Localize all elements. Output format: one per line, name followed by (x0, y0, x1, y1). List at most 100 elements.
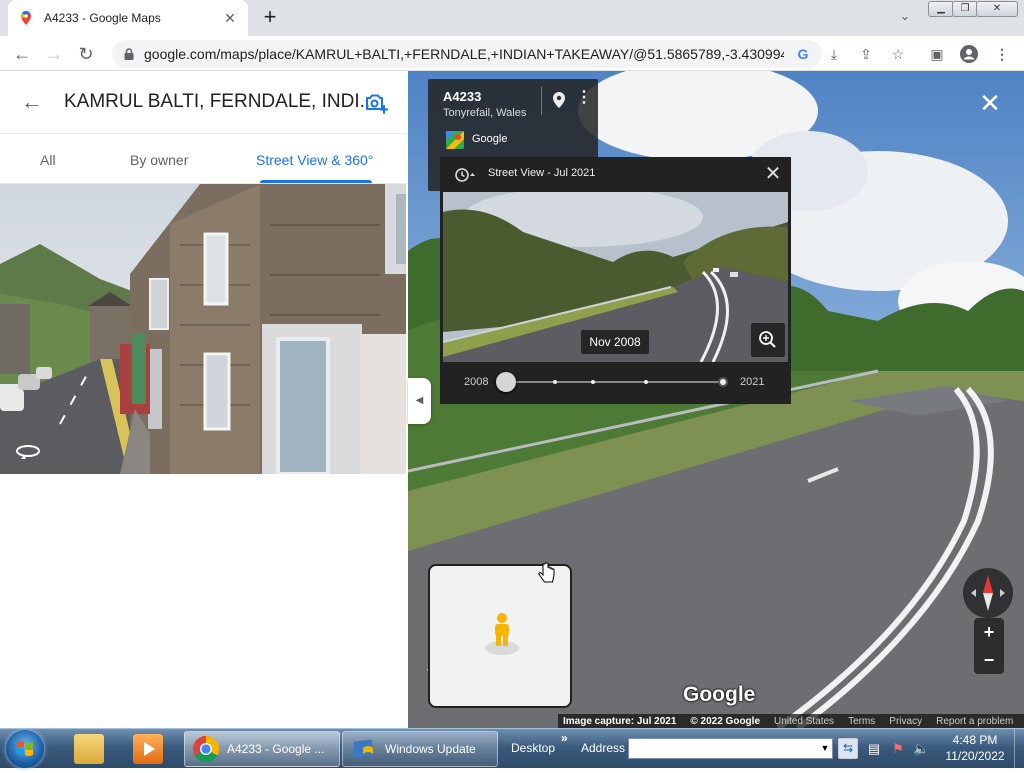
slider-tick[interactable] (591, 380, 595, 384)
collapse-panel-button[interactable]: ◀ (408, 378, 431, 424)
windows-logo-icon (17, 741, 33, 756)
more-options-icon[interactable]: ⋮ (576, 89, 592, 107)
zoom-in-button[interactable]: + (974, 618, 1004, 646)
address-toolbar-label: Address (581, 741, 626, 755)
compass-button[interactable] (963, 568, 1013, 618)
slider-tick[interactable] (553, 380, 557, 384)
taskbar-item-label: A4233 - Google ... (227, 742, 325, 756)
taskbar-item-windows-update[interactable]: Windows Update (342, 731, 498, 767)
zoom-in-magnifier-icon (759, 331, 776, 348)
copyright: © 2022 Google (690, 715, 761, 727)
system-clock[interactable]: 4:48 PM 11/20/2022 (938, 732, 1012, 764)
timeline-header: Street View - Jul 2021 ✕ (440, 157, 791, 192)
street-view-thumbnail[interactable] (0, 184, 406, 474)
hand-cursor-icon (538, 562, 555, 583)
timeline-start-year: 2008 (464, 376, 489, 388)
timeline-slider[interactable]: 2008 2021 (440, 362, 791, 404)
place-title: KAMRUL BALTI, FERNDALE, INDI... (64, 91, 376, 112)
side-panel-icon[interactable]: ▣ (928, 45, 946, 63)
windows-taskbar: A4233 - Google ... Windows Update Deskto… (0, 728, 1024, 769)
google-maps-favicon-icon (21, 11, 31, 25)
image-capture-date: Image capture: Jul 2021 (563, 715, 677, 727)
footer-link-country[interactable]: United States (774, 716, 834, 727)
timeline-zoom-button[interactable] (751, 323, 785, 357)
zoom-controls: + − (974, 618, 1004, 674)
lock-icon (124, 48, 134, 60)
add-photo-icon[interactable] (364, 91, 388, 115)
clock-time: 4:48 PM (952, 733, 998, 747)
slider-tick[interactable] (644, 380, 648, 384)
reload-icon[interactable]: ↻ (74, 42, 98, 66)
place-header: ← KAMRUL BALTI, FERNDALE, INDI... (0, 71, 408, 134)
footer-link-terms[interactable]: Terms (848, 716, 875, 727)
history-clock-icon[interactable] (454, 167, 476, 183)
address-bar[interactable]: google.com/maps/place/KAMRUL+BALTI,+FERN… (112, 40, 822, 68)
taskbar-address-input[interactable] (628, 738, 833, 759)
taskbar-item-label: Windows Update (385, 742, 476, 756)
slider-tick-current[interactable] (718, 377, 728, 387)
pegman-icon[interactable] (482, 610, 522, 656)
photo-filter-tabs: All By owner Street View & 360° (0, 134, 408, 184)
network-icon[interactable]: ▤ (866, 741, 882, 757)
slider-track (506, 381, 724, 383)
browser-tab[interactable]: A4233 - Google Maps ✕ (8, 0, 248, 36)
map-pin-icon[interactable] (552, 91, 566, 109)
forward-arrow-icon[interactable]: → (42, 42, 66, 66)
provider-name: Google (472, 133, 508, 145)
file-explorer-icon[interactable] (74, 734, 104, 764)
share-icon[interactable]: ⇪ (857, 45, 875, 63)
window-minimize-button[interactable]: ▁ (928, 1, 954, 17)
toolbar-chevron-icon[interactable]: » (561, 731, 568, 745)
selected-date-badge: Nov 2008 (581, 330, 649, 354)
clock-date: 11/20/2022 (945, 749, 1005, 763)
chrome-icon (192, 735, 220, 763)
address-dropdown-icon[interactable]: ▼ (818, 739, 832, 758)
show-desktop-button[interactable] (1014, 729, 1024, 769)
tab-all[interactable]: All (40, 152, 56, 168)
media-player-icon[interactable] (133, 734, 163, 764)
compass-icon (971, 575, 1005, 611)
address-go-icon[interactable]: ⇆ (838, 738, 858, 759)
start-button[interactable] (6, 730, 44, 768)
timeline-close-icon[interactable]: ✕ (762, 163, 784, 185)
slider-thumb[interactable] (496, 372, 516, 392)
street-scene-image (0, 184, 406, 474)
tab-street-view-360[interactable]: Street View & 360° (256, 152, 373, 168)
google-lens-icon[interactable]: G (794, 45, 812, 63)
close-street-view-icon[interactable]: ✕ (978, 90, 1002, 116)
new-tab-button[interactable]: + (258, 6, 282, 30)
tab-by-owner[interactable]: By owner (130, 152, 188, 168)
desktop-toolbar-label[interactable]: Desktop (511, 741, 555, 755)
window-restore-button[interactable]: ❐ (952, 1, 978, 17)
timeline-title: Street View - Jul 2021 (488, 167, 596, 179)
card-divider (541, 87, 542, 115)
tab-title: A4233 - Google Maps (44, 11, 161, 25)
windows-update-icon (354, 739, 373, 758)
url-text: google.com/maps/place/KAMRUL+BALTI,+FERN… (144, 46, 784, 62)
browser-tab-strip: A4233 - Google Maps ✕ + ⌄ ▁ ❐ ✕ (0, 0, 1024, 36)
timeline-end-year: 2021 (740, 376, 765, 388)
map-footer: Image capture: Jul 2021 © 2022 Google Un… (558, 714, 1024, 728)
bookmark-star-icon[interactable]: ☆ (889, 45, 907, 63)
active-tab-indicator (260, 180, 372, 183)
360-rotate-icon (16, 445, 40, 459)
browser-toolbar: ← → ↻ google.com/maps/place/KAMRUL+BALTI… (0, 36, 1024, 71)
location-name: Tonyrefail, Wales (443, 107, 527, 119)
tab-search-chevron-icon[interactable]: ⌄ (895, 8, 915, 28)
taskbar-item-chrome[interactable]: A4233 - Google ... (184, 731, 340, 767)
action-center-icon[interactable]: ⚑ (890, 741, 906, 757)
footer-link-report-problem[interactable]: Report a problem (936, 716, 1013, 727)
place-photos-panel: ← KAMRUL BALTI, FERNDALE, INDI... All By… (0, 71, 408, 728)
install-app-icon[interactable]: ⤓ (825, 45, 843, 63)
zoom-out-button[interactable]: − (974, 646, 1004, 674)
browser-menu-icon[interactable]: ⋮ (993, 45, 1011, 63)
road-name: A4233 (443, 89, 482, 104)
volume-icon[interactable]: 🔈 (913, 741, 929, 757)
footer-link-privacy[interactable]: Privacy (889, 716, 922, 727)
window-close-button[interactable]: ✕ (976, 1, 1018, 17)
back-arrow-icon[interactable]: ← (20, 91, 44, 115)
profile-avatar-icon[interactable] (960, 45, 978, 63)
back-arrow-icon[interactable]: ← (10, 42, 34, 66)
google-watermark: Google (683, 683, 756, 706)
tab-close-icon[interactable]: ✕ (222, 10, 238, 26)
